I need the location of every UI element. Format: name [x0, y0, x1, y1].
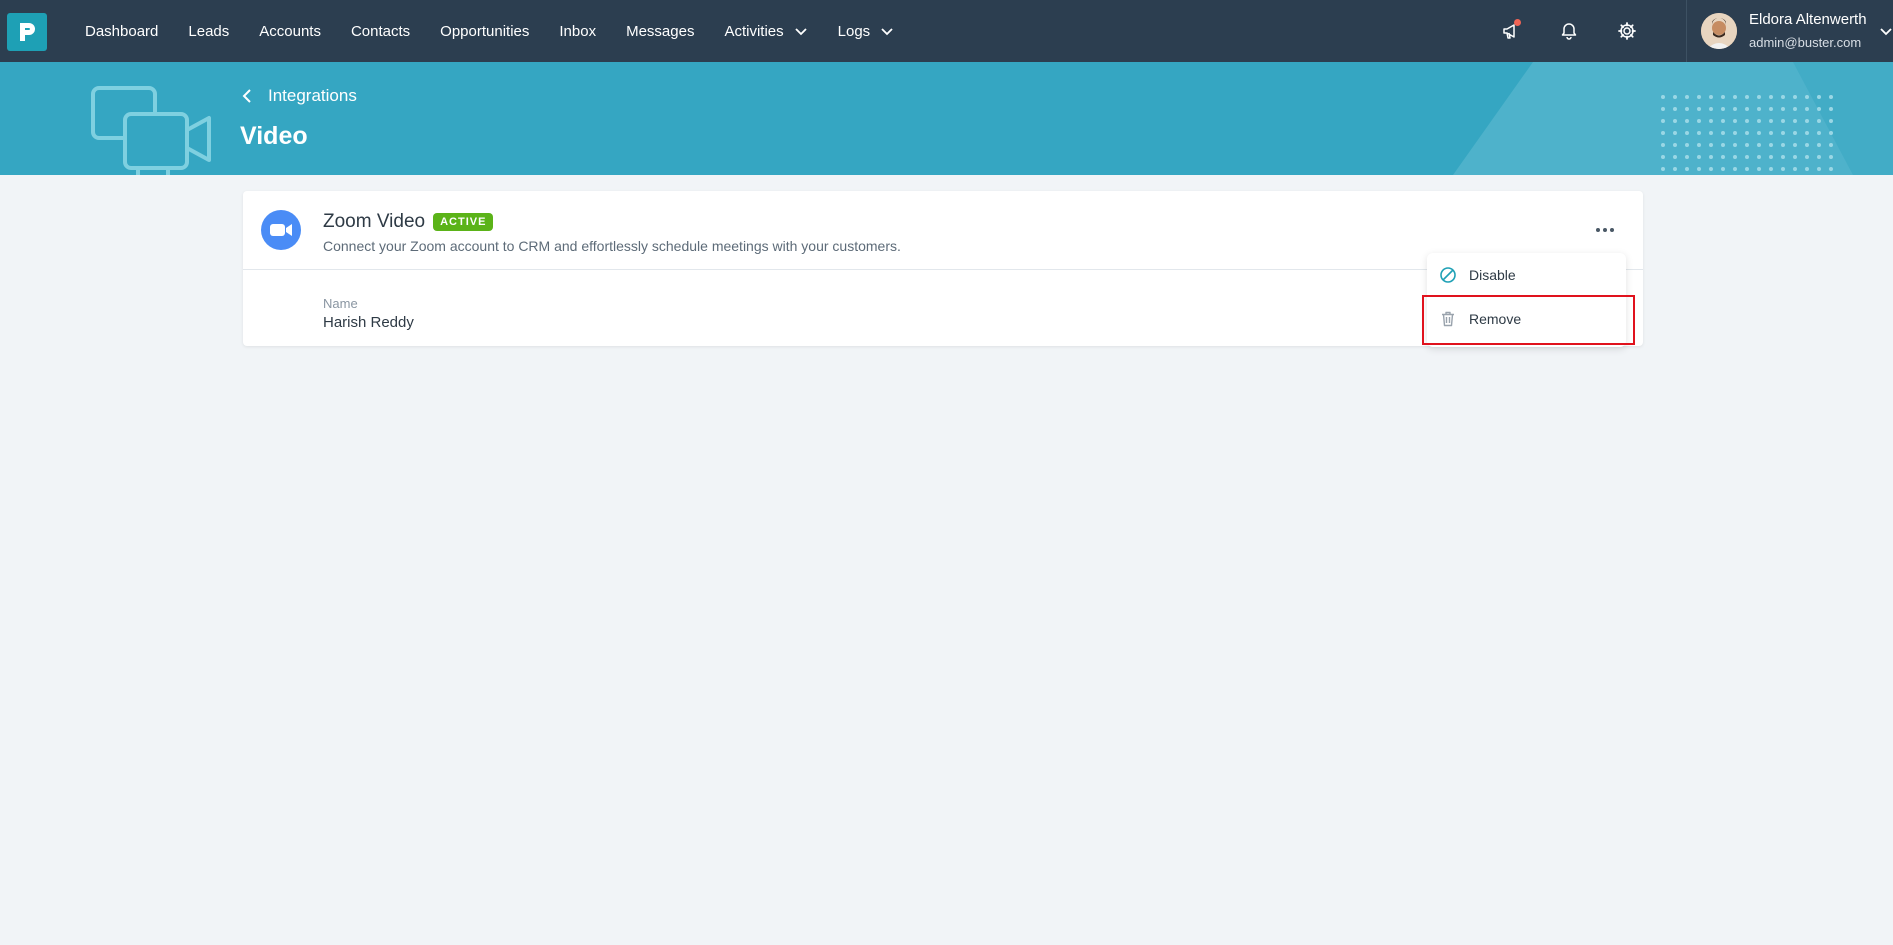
nav-label: Messages: [626, 22, 695, 40]
user-email: admin@buster.com: [1749, 34, 1862, 50]
nav-activities[interactable]: Activities: [709, 0, 822, 62]
nav-messages[interactable]: Messages: [611, 0, 709, 62]
user-name: Eldora Altenwerth: [1749, 10, 1867, 28]
nav-label: Logs: [837, 22, 871, 40]
chevron-down-icon: [795, 28, 807, 36]
app-logo[interactable]: [7, 13, 47, 51]
nav-logs[interactable]: Logs: [823, 0, 910, 62]
status-badge: ACTIVE: [433, 213, 494, 231]
gear-icon: [1618, 22, 1636, 40]
notification-dot: [1514, 19, 1521, 26]
name-field-label: Name: [323, 296, 358, 311]
logo-icon: [20, 23, 35, 41]
ban-icon: [1440, 267, 1456, 283]
dot: [1610, 228, 1614, 232]
notifications-button[interactable]: [1540, 0, 1598, 62]
bell-icon: [1561, 23, 1577, 40]
nav-icon-group: [1482, 0, 1656, 62]
more-options-button[interactable]: [1591, 219, 1619, 241]
top-navbar: Dashboard Leads Accounts Contacts Opport…: [0, 0, 1893, 62]
page-banner: Integrations Video: [0, 62, 1893, 175]
dot: [1603, 228, 1607, 232]
main-nav: Dashboard Leads Accounts Contacts Opport…: [70, 0, 909, 62]
nav-label: Activities: [724, 22, 784, 40]
nav-label: Inbox: [559, 22, 597, 40]
nav-label: Leads: [188, 22, 230, 40]
nav-opportunities[interactable]: Opportunities: [425, 0, 544, 62]
trash-icon: [1442, 311, 1454, 327]
nav-leads[interactable]: Leads: [173, 0, 244, 62]
video-chat-illustration-icon: [91, 86, 211, 175]
integration-options-menu: Disable Remove: [1427, 253, 1626, 347]
nav-label: Contacts: [350, 22, 411, 40]
banner-decoration: [1453, 62, 1893, 175]
breadcrumb-label: Integrations: [268, 86, 357, 105]
nav-label: Accounts: [259, 22, 321, 40]
integration-description: Connect your Zoom account to CRM and eff…: [323, 238, 901, 254]
chevron-down-icon: [1879, 28, 1892, 36]
chevron-left-icon: [242, 89, 251, 103]
chevron-down-icon: [881, 28, 893, 36]
remove-menu-item[interactable]: Remove: [1427, 297, 1626, 341]
user-menu[interactable]: Eldora Altenwerth admin@buster.com: [1686, 0, 1893, 62]
zoom-video-icon: [261, 210, 301, 250]
nav-contacts[interactable]: Contacts: [336, 0, 425, 62]
breadcrumb-back-link[interactable]: Integrations: [240, 86, 357, 106]
menu-item-label: Remove: [1469, 311, 1522, 327]
page-title: Video: [240, 122, 308, 150]
announcements-button[interactable]: [1482, 0, 1540, 62]
name-field-value: Harish Reddy: [323, 314, 414, 331]
avatar: [1701, 13, 1737, 49]
dot: [1596, 228, 1600, 232]
nav-dashboard[interactable]: Dashboard: [70, 0, 173, 62]
nav-accounts[interactable]: Accounts: [244, 0, 336, 62]
nav-label: Dashboard: [85, 22, 159, 40]
nav-inbox[interactable]: Inbox: [544, 0, 611, 62]
settings-button[interactable]: [1598, 0, 1656, 62]
nav-label: Opportunities: [440, 22, 530, 40]
disable-menu-item[interactable]: Disable: [1427, 253, 1626, 297]
menu-item-label: Disable: [1469, 267, 1516, 283]
integration-name: Zoom Video: [323, 211, 426, 232]
